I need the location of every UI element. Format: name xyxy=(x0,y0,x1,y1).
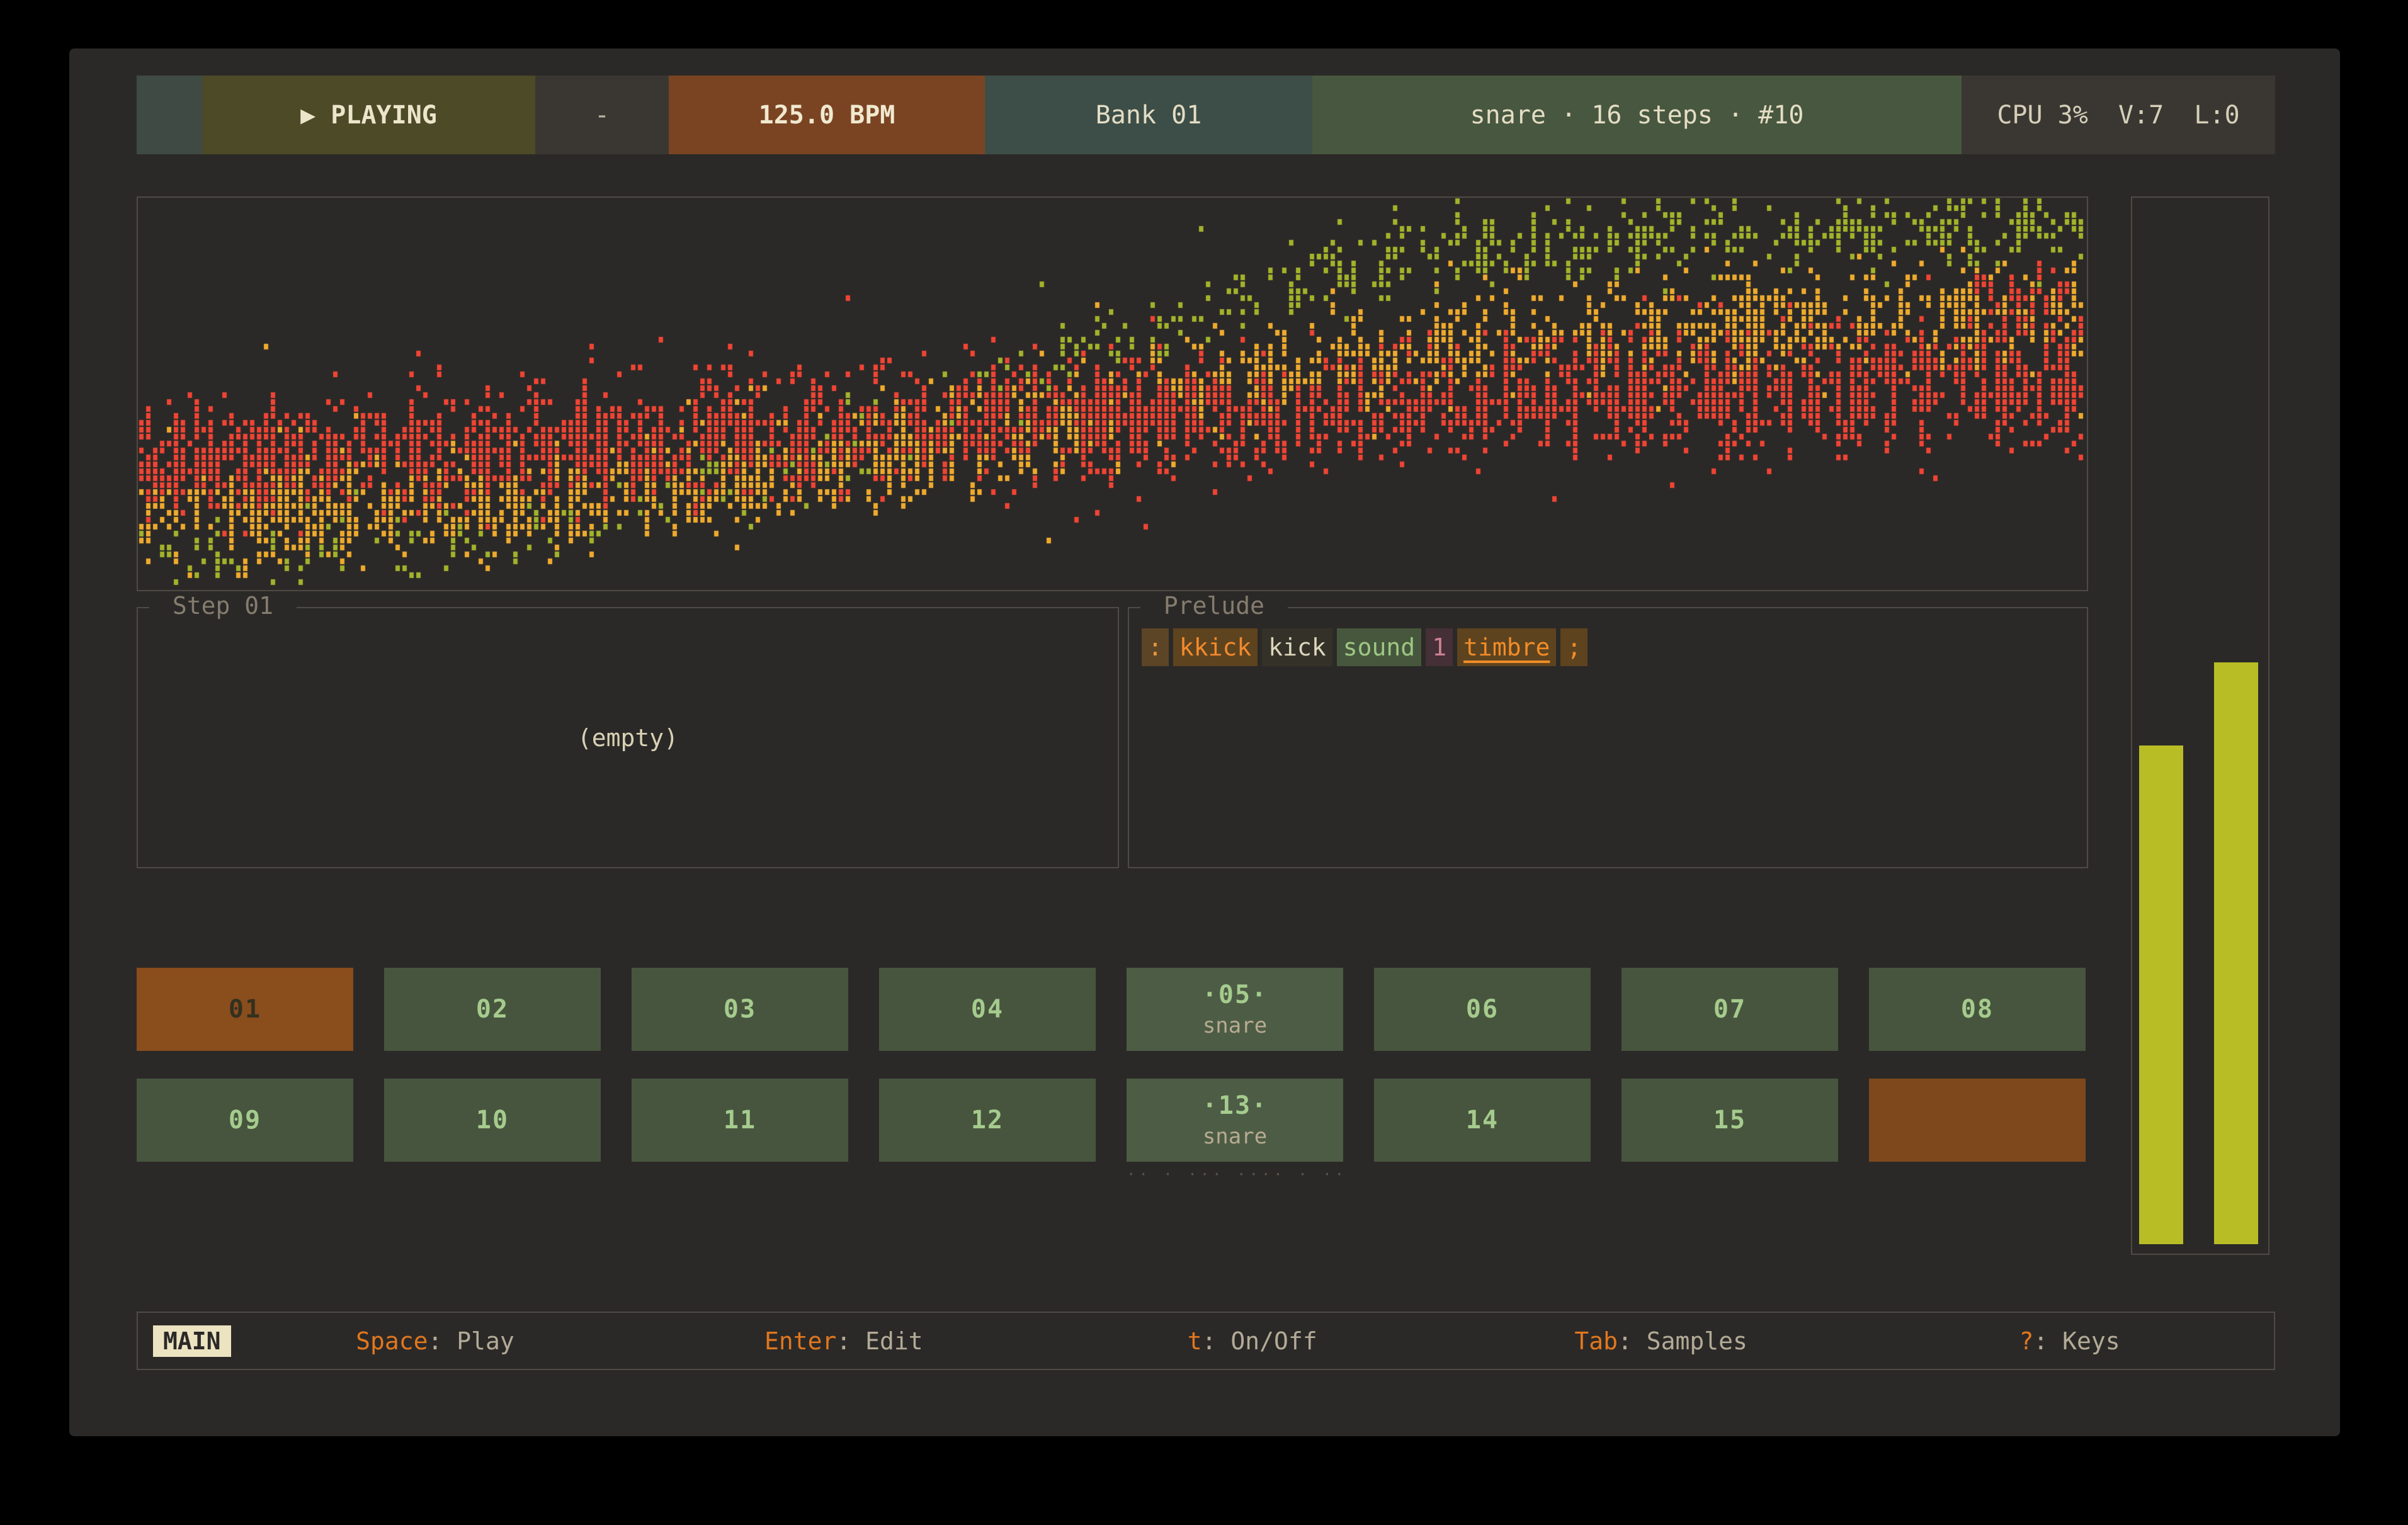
step-button-14[interactable]: 14 xyxy=(1374,1079,1591,1162)
level-meters-panel xyxy=(2131,196,2269,1255)
track-display: snare · 16 steps · #10 xyxy=(1312,76,1962,154)
step-number: 11 xyxy=(724,1106,756,1135)
step-number: 04 xyxy=(971,995,1004,1024)
step-button-11[interactable]: 11 xyxy=(632,1079,848,1162)
top-status-bar: ▶ PLAYING-125.0 BPMBank 01snare · 16 ste… xyxy=(137,76,2275,154)
step-button-16[interactable] xyxy=(1869,1079,2086,1162)
pattern-visualizer-panel xyxy=(137,196,2088,591)
code-token: ; xyxy=(1560,628,1587,666)
step-button-02[interactable]: 02 xyxy=(384,968,601,1051)
step-number: 15 xyxy=(1713,1106,1746,1135)
step-button-03[interactable]: 03 xyxy=(632,968,848,1051)
step-button-01[interactable]: 01 xyxy=(137,968,353,1051)
level-meter-bar-1 xyxy=(2139,745,2183,1244)
step-button-05[interactable]: ·05· snare xyxy=(1127,968,1343,1051)
shortcut-label: : Play xyxy=(428,1327,514,1355)
app-window: ▶ PLAYING-125.0 BPMBank 01snare · 16 ste… xyxy=(69,48,2340,1436)
shortcut-key: Space xyxy=(356,1327,428,1355)
prelude-panel: Prelude :kkickkicksound1timbre; xyxy=(1128,607,2088,868)
system-stats: CPU 3% V:7 L:0 xyxy=(1962,76,2275,154)
shortcut-key: ? xyxy=(2019,1327,2033,1355)
shortcut-t: t: On/Off xyxy=(1048,1327,1457,1355)
step-button-04[interactable]: 04 xyxy=(879,968,1096,1051)
step-button-15[interactable]: 15 xyxy=(1621,1079,1838,1162)
step-number: 14 xyxy=(1466,1106,1499,1135)
step-number: 08 xyxy=(1961,995,1994,1024)
step-button-09[interactable]: 09 xyxy=(137,1079,353,1162)
code-token: sound xyxy=(1337,628,1421,666)
bank-display: Bank 01 xyxy=(985,76,1312,154)
level-meter-bar-2 xyxy=(2214,662,2258,1244)
shortcut-label: : Keys xyxy=(2033,1327,2120,1355)
code-token: kkick xyxy=(1173,628,1258,666)
step-detail-panel: Step 01 (empty) xyxy=(137,607,1119,868)
code-token: timbre xyxy=(1457,628,1556,666)
step-number: 09 xyxy=(229,1106,261,1135)
shortcut-hints: Space: PlayEnter: Editt: On/OffTab: Samp… xyxy=(231,1327,2274,1355)
shortcut-label: : On/Off xyxy=(1202,1327,1317,1355)
shortcut-enter: Enter: Edit xyxy=(639,1327,1048,1355)
mode-badge: MAIN xyxy=(153,1325,231,1357)
shortcut-key: Enter xyxy=(764,1327,836,1355)
shortcut-tab: Tab: Samples xyxy=(1457,1327,1865,1355)
ghost-text: ·· · ··· ···· · ·· ··· · ···· ·· xyxy=(1127,1165,1343,1181)
step-button-08[interactable]: 08 xyxy=(1869,968,2086,1051)
prelude-code-line: :kkickkicksound1timbre; xyxy=(1142,628,1592,666)
step-sample-label: snare xyxy=(1203,1124,1267,1149)
step-number: ·05· xyxy=(1202,980,1268,1009)
step-number: 01 xyxy=(229,995,261,1024)
shortcut-label: : Edit xyxy=(836,1327,923,1355)
step-number: 10 xyxy=(476,1106,509,1135)
pattern-visualizer-canvas xyxy=(138,198,2087,590)
step-button-10[interactable]: 10 xyxy=(384,1079,601,1162)
spacer-segment xyxy=(137,76,202,154)
bpm-display: 125.0 BPM xyxy=(669,76,985,154)
shortcut-key: Tab xyxy=(1574,1327,1618,1355)
prelude-panel-title: Prelude xyxy=(1140,592,1288,620)
step-empty-text: (empty) xyxy=(138,608,1118,867)
shortcut-space: Space: Play xyxy=(231,1327,640,1355)
step-number: 12 xyxy=(971,1106,1004,1135)
code-token: : xyxy=(1142,628,1169,666)
shortcut-help: ?: Keys xyxy=(1865,1327,2274,1355)
shortcut-key: t xyxy=(1188,1327,1202,1355)
step-sample-label: snare xyxy=(1203,1013,1267,1038)
code-token: kick xyxy=(1262,628,1332,666)
step-number: ·13· xyxy=(1202,1091,1268,1120)
step-number: 03 xyxy=(724,995,756,1024)
status-bar: MAIN Space: PlayEnter: Editt: On/OffTab:… xyxy=(137,1312,2275,1370)
divider-segment: - xyxy=(535,76,669,154)
shortcut-label: : Samples xyxy=(1618,1327,1747,1355)
transport-status: ▶ PLAYING xyxy=(202,76,535,154)
step-number: 06 xyxy=(1466,995,1499,1024)
step-number: 02 xyxy=(476,995,509,1024)
code-token: 1 xyxy=(1426,628,1453,666)
step-number: 07 xyxy=(1713,995,1746,1024)
step-button-07[interactable]: 07 xyxy=(1621,968,1838,1051)
step-button-06[interactable]: 06 xyxy=(1374,968,1591,1051)
step-button-12[interactable]: 12 xyxy=(879,1079,1096,1162)
step-button-13[interactable]: ·13· snare xyxy=(1127,1079,1343,1162)
